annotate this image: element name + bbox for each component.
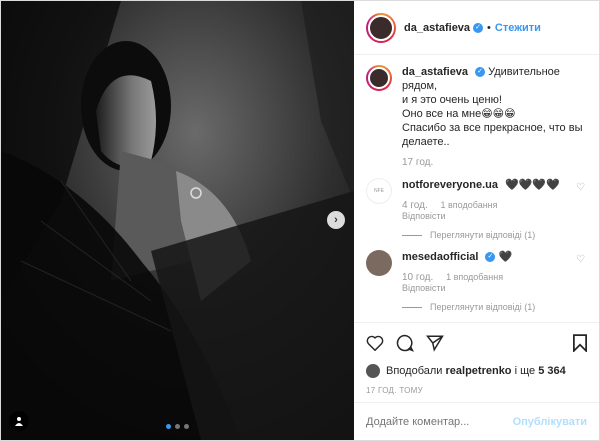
- caption-line: и я это очень ценю!: [402, 94, 502, 106]
- likes-prefix: Вподобали: [386, 365, 443, 377]
- post-photo: [1, 1, 354, 440]
- carousel-dot: [184, 424, 189, 429]
- caption-line: делаете..: [402, 136, 450, 148]
- avatar[interactable]: [366, 364, 380, 378]
- action-bar: [354, 322, 599, 362]
- comment-avatar[interactable]: [366, 250, 392, 276]
- post-header: da_astafieva ✓ • Стежити: [354, 1, 599, 55]
- comment-item: NFE notforeveryone.ua 🖤🖤🖤🖤 4 год. 1 впод…: [366, 178, 587, 222]
- user-tag-icon[interactable]: [9, 411, 29, 431]
- view-replies-label[interactable]: Переглянути відповіді (1): [430, 302, 535, 312]
- caption-avatar[interactable]: [366, 65, 392, 91]
- publish-button[interactable]: Опублікувати: [513, 416, 587, 428]
- caption-line: Оно все на мне😁😁😁: [402, 108, 516, 120]
- reply-button[interactable]: Відповісти: [402, 283, 446, 293]
- comment-avatar[interactable]: NFE: [366, 178, 392, 204]
- view-replies-label[interactable]: Переглянути відповіді (1): [430, 230, 535, 240]
- bookmark-icon[interactable]: [573, 334, 587, 355]
- verified-icon: ✓: [473, 22, 484, 33]
- header-username[interactable]: da_astafieva: [404, 22, 470, 34]
- view-replies[interactable]: Переглянути відповіді (1): [402, 230, 587, 240]
- carousel-dot: [175, 424, 180, 429]
- comment-item: mesedaofficial ✓ 🖤 10 год. 1 вподобання В…: [366, 250, 587, 294]
- comment-text: 🖤🖤🖤🖤: [505, 179, 560, 191]
- reply-button[interactable]: Відповісти: [402, 211, 446, 221]
- verified-icon: ✓: [485, 252, 496, 263]
- heart-icon[interactable]: [366, 335, 384, 351]
- carousel-dots: [166, 424, 189, 429]
- comment-input[interactable]: [366, 415, 513, 428]
- comment-text: 🖤: [498, 251, 513, 263]
- add-comment-bar: Опублікувати: [354, 402, 599, 440]
- comment-likes[interactable]: 1 вподобання: [441, 200, 498, 210]
- view-replies[interactable]: Переглянути відповіді (1): [402, 302, 587, 312]
- follow-button[interactable]: Стежити: [495, 22, 541, 34]
- comments-section[interactable]: da_astafieva ✓ Удивительное рядом, и я эт…: [354, 55, 599, 322]
- heart-icon[interactable]: ♡: [576, 182, 585, 193]
- next-arrow-icon[interactable]: ›: [327, 211, 345, 229]
- avatar[interactable]: [366, 12, 396, 43]
- caption-time: 17 год.: [402, 157, 434, 168]
- comment-time: 10 год.: [402, 272, 434, 283]
- comment-username[interactable]: notforeveryone.ua: [402, 179, 498, 191]
- share-icon[interactable]: [426, 334, 444, 352]
- heart-icon[interactable]: ♡: [576, 254, 585, 265]
- post-sidebar: da_astafieva ✓ • Стежити da_astafieva ✓ У…: [354, 1, 599, 440]
- comment-time: 4 год.: [402, 200, 428, 211]
- post-timestamp: 17 ГОД. ТОМУ: [366, 386, 424, 395]
- caption: da_astafieva ✓ Удивительное рядом, и я эт…: [366, 65, 587, 168]
- likes-count[interactable]: 5 364: [538, 365, 566, 377]
- likes-middle: і ще: [514, 365, 536, 377]
- comment-username[interactable]: mesedaofficial: [402, 251, 478, 263]
- instagram-post: › da_astafieva ✓ • Стежити da_astafieva ✓: [0, 0, 600, 441]
- likes-user[interactable]: realpetrenko: [446, 365, 512, 377]
- comment-likes[interactable]: 1 вподобання: [446, 272, 503, 282]
- caption-line: Спасибо за все прекрасное, что вы: [402, 122, 583, 134]
- comment-icon[interactable]: [396, 334, 414, 352]
- post-media[interactable]: ›: [1, 1, 354, 440]
- verified-icon: ✓: [475, 67, 486, 78]
- likes-summary: Вподобали realpetrenko і ще 5 364: [354, 362, 599, 380]
- caption-username[interactable]: da_astafieva: [402, 66, 468, 78]
- carousel-dot: [166, 424, 171, 429]
